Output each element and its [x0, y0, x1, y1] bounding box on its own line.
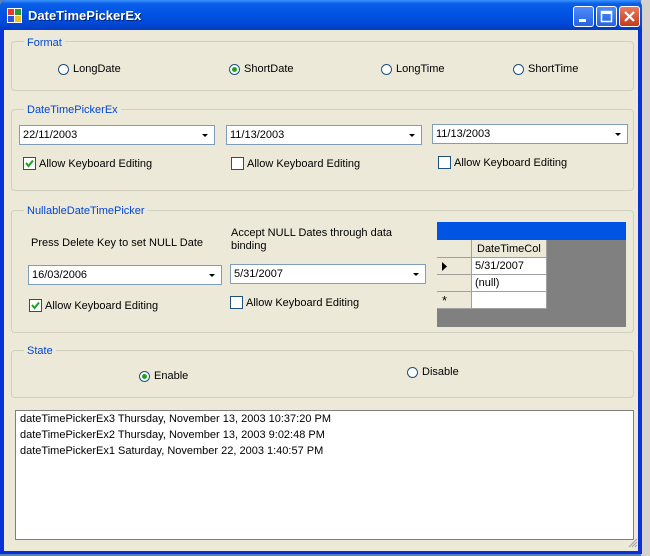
radio-shortdate[interactable]: ShortDate [229, 63, 294, 75]
datetimepickerex2[interactable]: 11/13/2003 [226, 125, 422, 145]
log-line: dateTimePickerEx1 Saturday, November 22,… [20, 445, 324, 457]
minimize-icon [579, 19, 586, 22]
state-group-label: State [24, 345, 56, 357]
checkmark-icon [25, 159, 34, 168]
close-icon [624, 11, 635, 22]
grid-cell[interactable]: 5/31/2007 [472, 258, 547, 275]
nullable-group-label: NullableDateTimePicker [24, 205, 148, 217]
radio-circle [381, 63, 392, 75]
radio-circle [513, 63, 524, 75]
dtpex-group [11, 109, 634, 191]
checkbox-box [438, 156, 451, 169]
grid-row-header-new[interactable]: * [437, 292, 472, 309]
cell-value: (null) [475, 277, 500, 289]
checkbox-box [23, 157, 36, 170]
radio-longdate[interactable]: LongDate [58, 63, 121, 75]
grid-column-header[interactable]: DateTimeCol [472, 240, 547, 258]
window-title: DateTimePickerEx [28, 8, 142, 23]
log-line: dateTimePickerEx3 Thursday, November 13,… [20, 413, 332, 425]
dropdown-arrow-icon[interactable] [204, 267, 220, 283]
dropdown-arrow-icon[interactable] [197, 127, 213, 143]
radio-label: ShortTime [528, 63, 579, 75]
radio-enable[interactable]: Enable [139, 370, 188, 382]
radio-label: Enable [154, 370, 189, 382]
radio-circle [58, 63, 69, 75]
checkmark-icon [31, 301, 40, 310]
radio-label: LongTime [396, 63, 445, 75]
grid-row-header-current[interactable] [437, 258, 472, 275]
nullable-keyboard-editing-checkbox-left[interactable]: Allow Keyboard Editing [29, 299, 158, 312]
checkbox-label: Allow Keyboard Editing [454, 156, 568, 169]
dropdown-arrow-icon[interactable] [408, 266, 424, 282]
data-grid[interactable]: DateTimeCol 5/31/2007 (null) * [437, 222, 626, 327]
new-row-marker-icon: * [442, 293, 448, 308]
cell-value: 5/31/2007 [475, 260, 524, 272]
picker-value: 5/31/2007 [234, 268, 283, 280]
radio-label: LongDate [73, 63, 121, 75]
background-window-edge [641, 0, 650, 556]
grid-caption-bar [437, 222, 626, 240]
checkbox-label: Allow Keyboard Editing [247, 157, 361, 170]
radio-label: ShortDate [244, 63, 294, 75]
nullable-keyboard-editing-checkbox-right[interactable]: Allow Keyboard Editing [230, 296, 359, 309]
grid-cell-new[interactable] [472, 292, 547, 309]
left-caption: Press Delete Key to set NULL Date [31, 237, 204, 249]
title-bar[interactable]: DateTimePickerEx [0, 0, 642, 30]
picker-value: 22/11/2003 [23, 129, 78, 141]
minimize-button[interactable] [573, 6, 594, 27]
nullable-picker-left[interactable]: 16/03/2006 [28, 265, 222, 285]
dropdown-arrow-icon[interactable] [404, 127, 420, 143]
picker-value: 11/13/2003 [230, 129, 285, 141]
picker-value: 11/13/2003 [436, 128, 491, 140]
event-log-listbox[interactable]: dateTimePickerEx3 Thursday, November 13,… [15, 410, 634, 540]
radio-longtime[interactable]: LongTime [381, 63, 445, 75]
radio-disable[interactable]: Disable [407, 366, 459, 378]
format-group-label: Format [24, 37, 65, 49]
right-caption: Accept NULL Dates through data binding [231, 227, 393, 252]
picker-value: 16/03/2006 [32, 269, 88, 281]
grid-cell[interactable]: (null) [472, 275, 547, 292]
allow-keyboard-editing-checkbox-2[interactable]: Allow Keyboard Editing [231, 157, 360, 170]
checkbox-box [29, 299, 42, 312]
radio-circle [139, 370, 150, 382]
resize-grip-icon[interactable] [628, 538, 638, 548]
grid-row-header[interactable] [437, 275, 472, 292]
checkbox-label: Allow Keyboard Editing [246, 296, 360, 309]
datetimepickerex3[interactable]: 11/13/2003 [432, 124, 628, 144]
column-header-label: DateTimeCol [477, 243, 541, 255]
dropdown-arrow-icon[interactable] [610, 126, 626, 142]
grid-corner-header [437, 240, 472, 258]
dtpex-group-label: DateTimePickerEx [24, 104, 121, 116]
radio-circle [229, 63, 240, 75]
radio-shorttime[interactable]: ShortTime [513, 63, 578, 75]
main-window: DateTimePickerEx Format LongDate ShortDa… [0, 0, 642, 554]
checkbox-box [231, 157, 244, 170]
client-area: Format LongDate ShortDate LongTime Short… [4, 30, 638, 551]
current-row-arrow-icon [442, 262, 447, 271]
checkbox-box [230, 296, 243, 309]
maximize-button[interactable] [596, 6, 617, 27]
maximize-icon [600, 10, 613, 23]
radio-circle [407, 366, 418, 378]
log-line: dateTimePickerEx2 Thursday, November 13,… [20, 429, 325, 441]
allow-keyboard-editing-checkbox-1[interactable]: Allow Keyboard Editing [23, 157, 152, 170]
nullable-picker-right[interactable]: 5/31/2007 [230, 264, 426, 284]
radio-label: Disable [422, 366, 459, 378]
app-icon [7, 8, 22, 23]
checkbox-label: Allow Keyboard Editing [45, 299, 159, 312]
datetimepickerex1[interactable]: 22/11/2003 [19, 125, 215, 145]
state-group [11, 350, 634, 398]
checkbox-label: Allow Keyboard Editing [39, 157, 153, 170]
close-button[interactable] [619, 6, 640, 27]
allow-keyboard-editing-checkbox-3[interactable]: Allow Keyboard Editing [438, 156, 567, 169]
